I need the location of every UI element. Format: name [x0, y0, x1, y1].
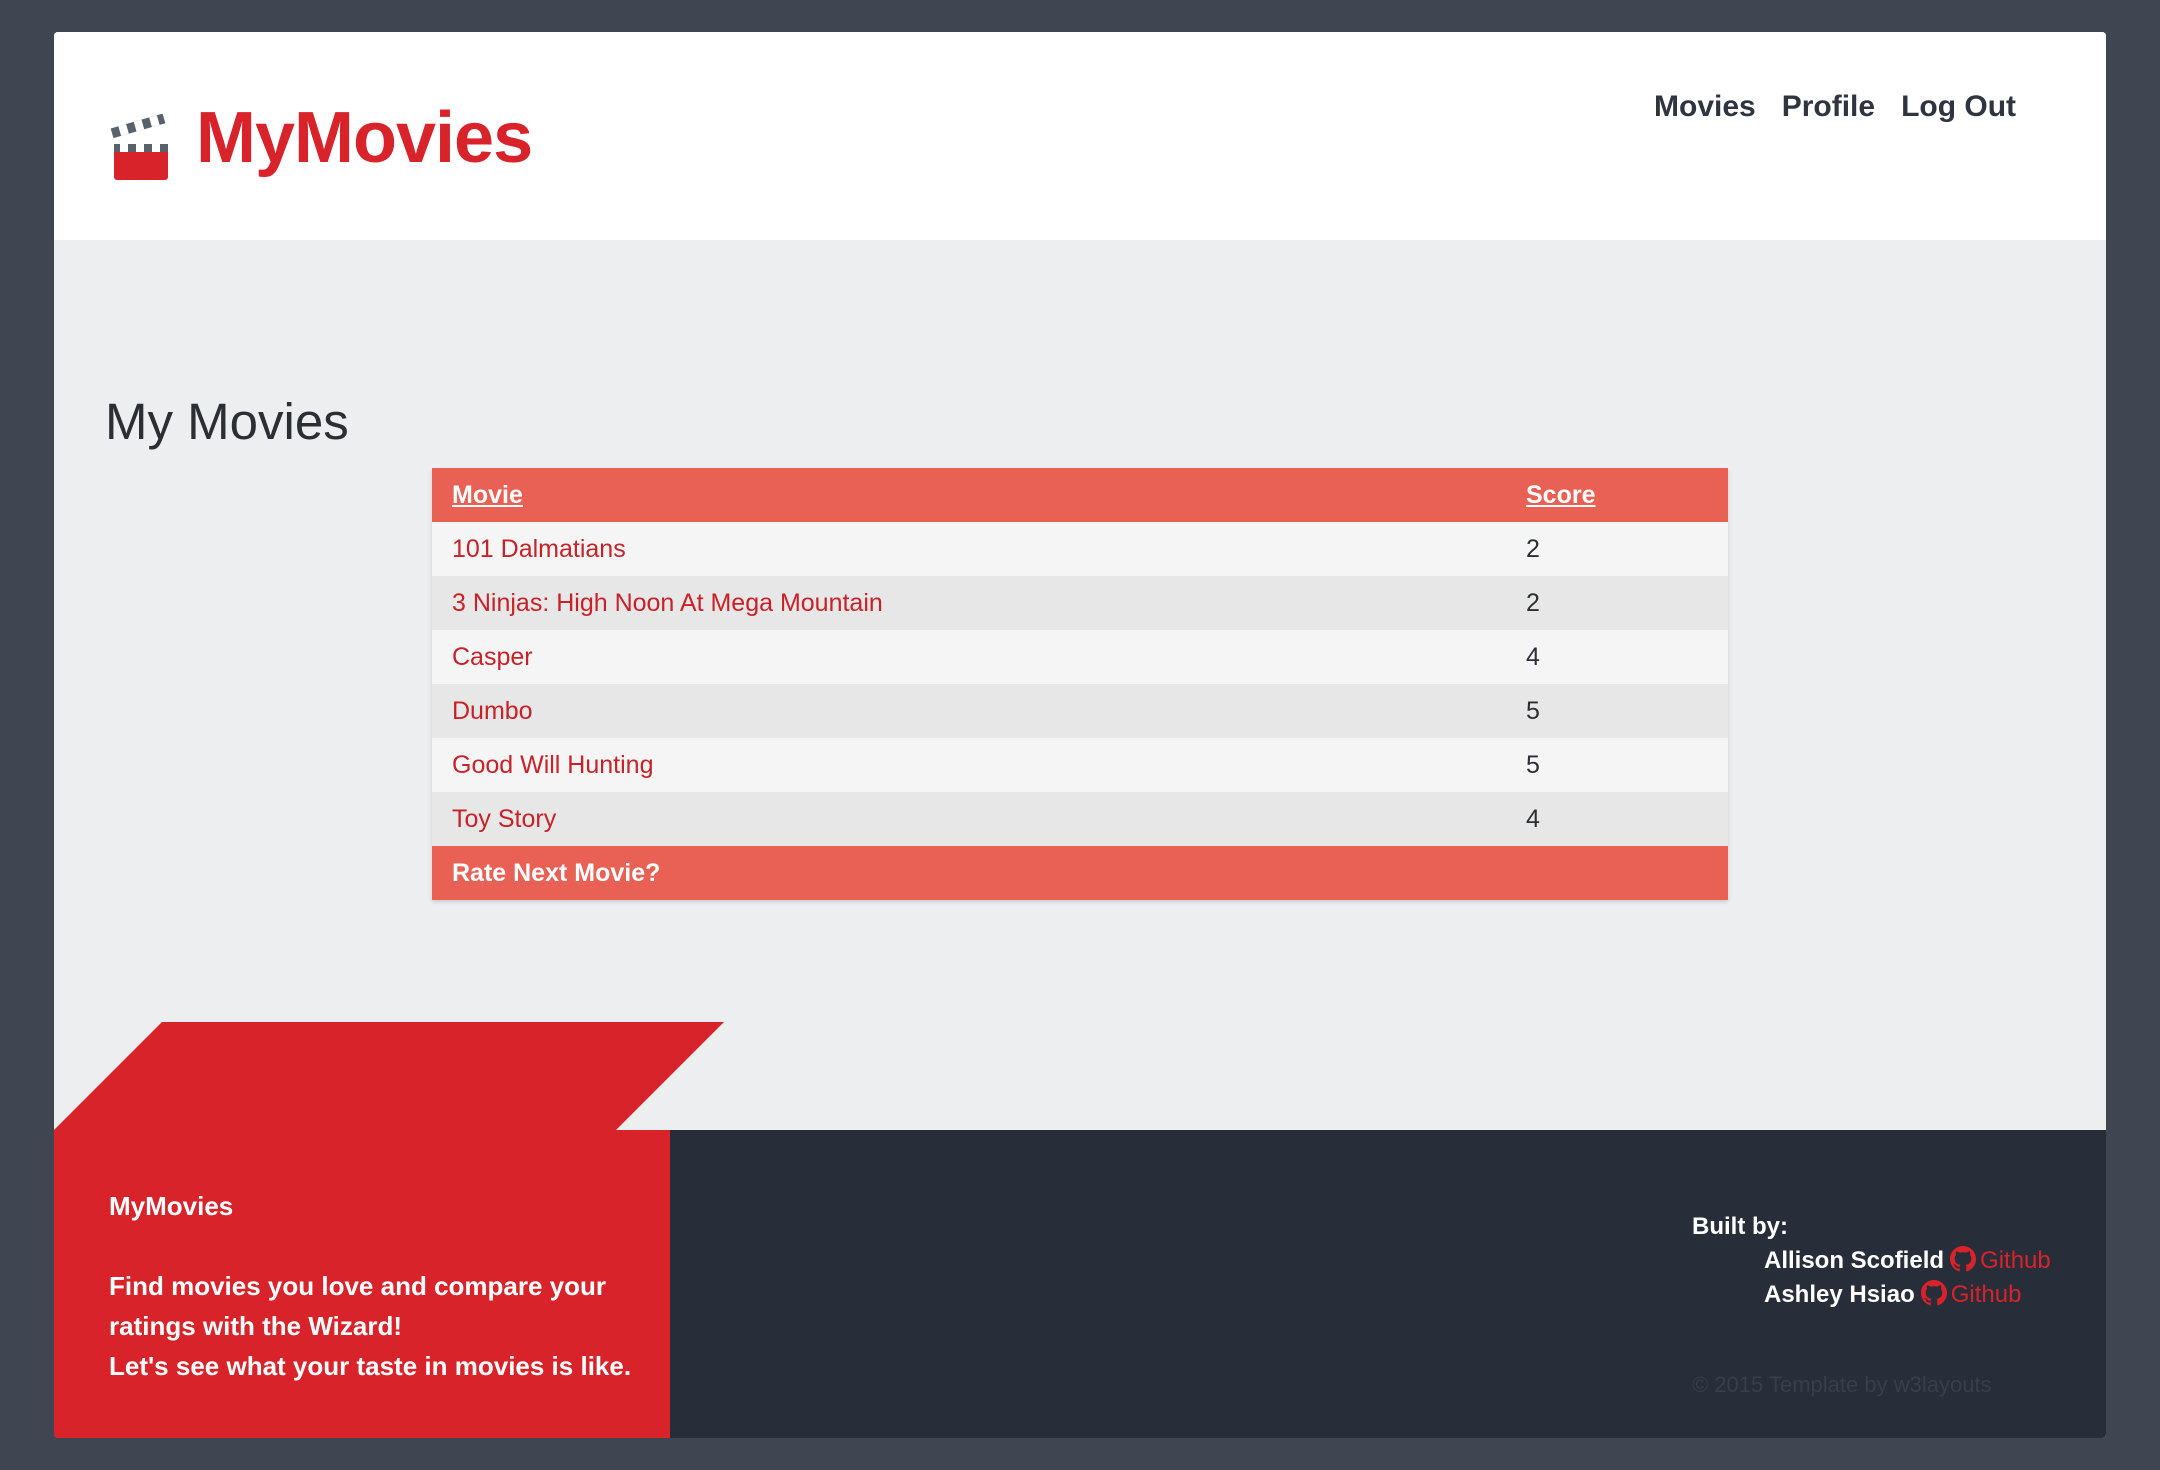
sort-by-score-link[interactable]: Score — [1526, 481, 1595, 509]
movie-title-link[interactable]: 3 Ninjas: High Noon At Mega Mountain — [452, 589, 883, 617]
table-row: Toy Story 4 — [432, 792, 1728, 846]
movie-title-cell: Dumbo — [432, 684, 1506, 738]
movie-score-cell: 4 — [1506, 792, 1728, 846]
built-by-label: Built by: — [1692, 1213, 1788, 1240]
footer-tagline-secondary: Let's see what your taste in movies is l… — [109, 1351, 632, 1381]
footer-tagline: Find movies you love and compare your ra… — [109, 1271, 607, 1341]
movie-title-link[interactable]: Casper — [452, 643, 533, 671]
clapperboard-icon — [110, 114, 168, 180]
github-link[interactable]: Github — [1915, 1280, 2022, 1308]
movie-score-cell: 5 — [1506, 684, 1728, 738]
author-name: Allison Scofield — [1764, 1247, 1945, 1274]
movie-title-cell: 3 Ninjas: High Noon At Mega Mountain — [432, 576, 1506, 630]
table-row: Good Will Hunting 5 — [432, 738, 1728, 792]
score-column-header: Score — [1506, 468, 1728, 522]
movie-score-cell: 5 — [1506, 738, 1728, 792]
rate-next-movie-button[interactable]: Rate Next Movie? — [432, 846, 1728, 900]
movie-score-cell: 2 — [1506, 522, 1728, 576]
github-link[interactable]: Github — [1944, 1246, 2051, 1274]
author-item: Allison Scofield Github — [1692, 1244, 2051, 1278]
github-icon — [1920, 1280, 1947, 1306]
movie-score-cell: 4 — [1506, 630, 1728, 684]
table-footer-row: Rate Next Movie? — [432, 846, 1728, 900]
table-row: Casper 4 — [432, 630, 1728, 684]
movie-title-cell: 101 Dalmatians — [432, 522, 1506, 576]
movie-title-link[interactable]: Toy Story — [452, 805, 556, 833]
movie-title-link[interactable]: 101 Dalmatians — [452, 535, 626, 563]
table-row: 3 Ninjas: High Noon At Mega Mountain 2 — [432, 576, 1728, 630]
movie-title-cell: Toy Story — [432, 792, 1506, 846]
movie-title-link[interactable]: Good Will Hunting — [452, 751, 653, 779]
footer-brand-name: MyMovies — [109, 1191, 234, 1221]
movie-score-cell: 2 — [1506, 576, 1728, 630]
copyright-text: © 2015 Template by w3layouts — [1692, 1372, 1992, 1397]
github-link-label: Github — [1980, 1247, 2051, 1274]
github-link-label: Github — [1950, 1281, 2022, 1308]
page-title: My Movies — [105, 393, 349, 450]
sort-by-movie-link[interactable]: Movie — [452, 481, 523, 509]
movie-column-header: Movie — [432, 468, 1506, 522]
nav-link-movies[interactable]: Movies — [1654, 90, 1756, 124]
nav-link-logout[interactable]: Log Out — [1901, 90, 2016, 124]
footer-about: MyMovies Find movies you love and compar… — [109, 1186, 649, 1386]
brand-logo-text[interactable]: MyMovies — [196, 102, 533, 174]
nav-link-profile[interactable]: Profile — [1782, 90, 1875, 124]
author-name: Ashley Hsiao — [1764, 1281, 1915, 1308]
author-item: Ashley Hsiao Github — [1692, 1278, 2051, 1312]
github-icon — [1950, 1246, 1977, 1272]
table-header-row: Movie Score — [432, 468, 1728, 522]
table-row: 101 Dalmatians 2 — [432, 522, 1728, 576]
movie-title-cell: Casper — [432, 630, 1506, 684]
movie-title-link[interactable]: Dumbo — [452, 697, 533, 725]
site-header: MyMovies Movies Profile Log Out — [54, 32, 2106, 240]
movies-table: Movie Score 101 Dalmatians 2 3 Ninjas: H… — [432, 468, 1728, 900]
main-nav: Movies Profile Log Out — [1654, 90, 2016, 124]
built-by-section: Built by: Allison Scofield Github Ashley … — [1692, 1210, 2051, 1312]
table-row: Dumbo 5 — [432, 684, 1728, 738]
page-frame: MyMovies Movies Profile Log Out My Movie… — [54, 32, 2106, 1438]
movie-title-cell: Good Will Hunting — [432, 738, 1506, 792]
